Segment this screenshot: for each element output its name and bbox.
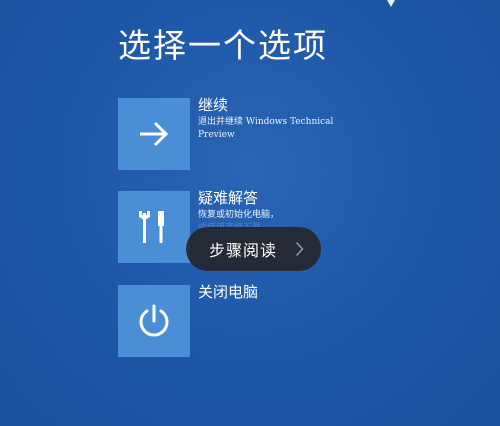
mouse-cursor xyxy=(387,0,395,7)
step-reading-button[interactable]: 步骤阅读 xyxy=(186,227,321,271)
option-troubleshoot-description: 恢复或初始化电脑， xyxy=(198,210,280,220)
power-icon xyxy=(139,304,169,337)
tools-icon xyxy=(139,211,164,243)
recovery-screen: 选择一个选项 继续 退出并继续 Windows Technical Previe… xyxy=(0,0,500,426)
option-shutdown-tile[interactable] xyxy=(118,285,190,357)
arrow-right-icon xyxy=(140,121,169,147)
step-reading-label: 步骤阅读 xyxy=(209,241,278,260)
option-continue-label: 继续 xyxy=(198,96,229,114)
option-shutdown-text: 关闭电脑 xyxy=(198,282,398,302)
option-continue-text: 继续 退出并继续 Windows Technical Preview xyxy=(198,95,398,142)
page-title: 选择一个选项 xyxy=(118,26,328,65)
option-troubleshoot-label: 疑难解答 xyxy=(198,189,259,207)
option-continue-tile[interactable] xyxy=(118,98,190,170)
option-shutdown-label: 关闭电脑 xyxy=(198,283,259,301)
chevron-right-icon xyxy=(295,241,304,257)
option-troubleshoot-tile[interactable] xyxy=(118,191,190,263)
option-continue-description: 退出并继续 Windows Technical Preview xyxy=(198,117,334,140)
